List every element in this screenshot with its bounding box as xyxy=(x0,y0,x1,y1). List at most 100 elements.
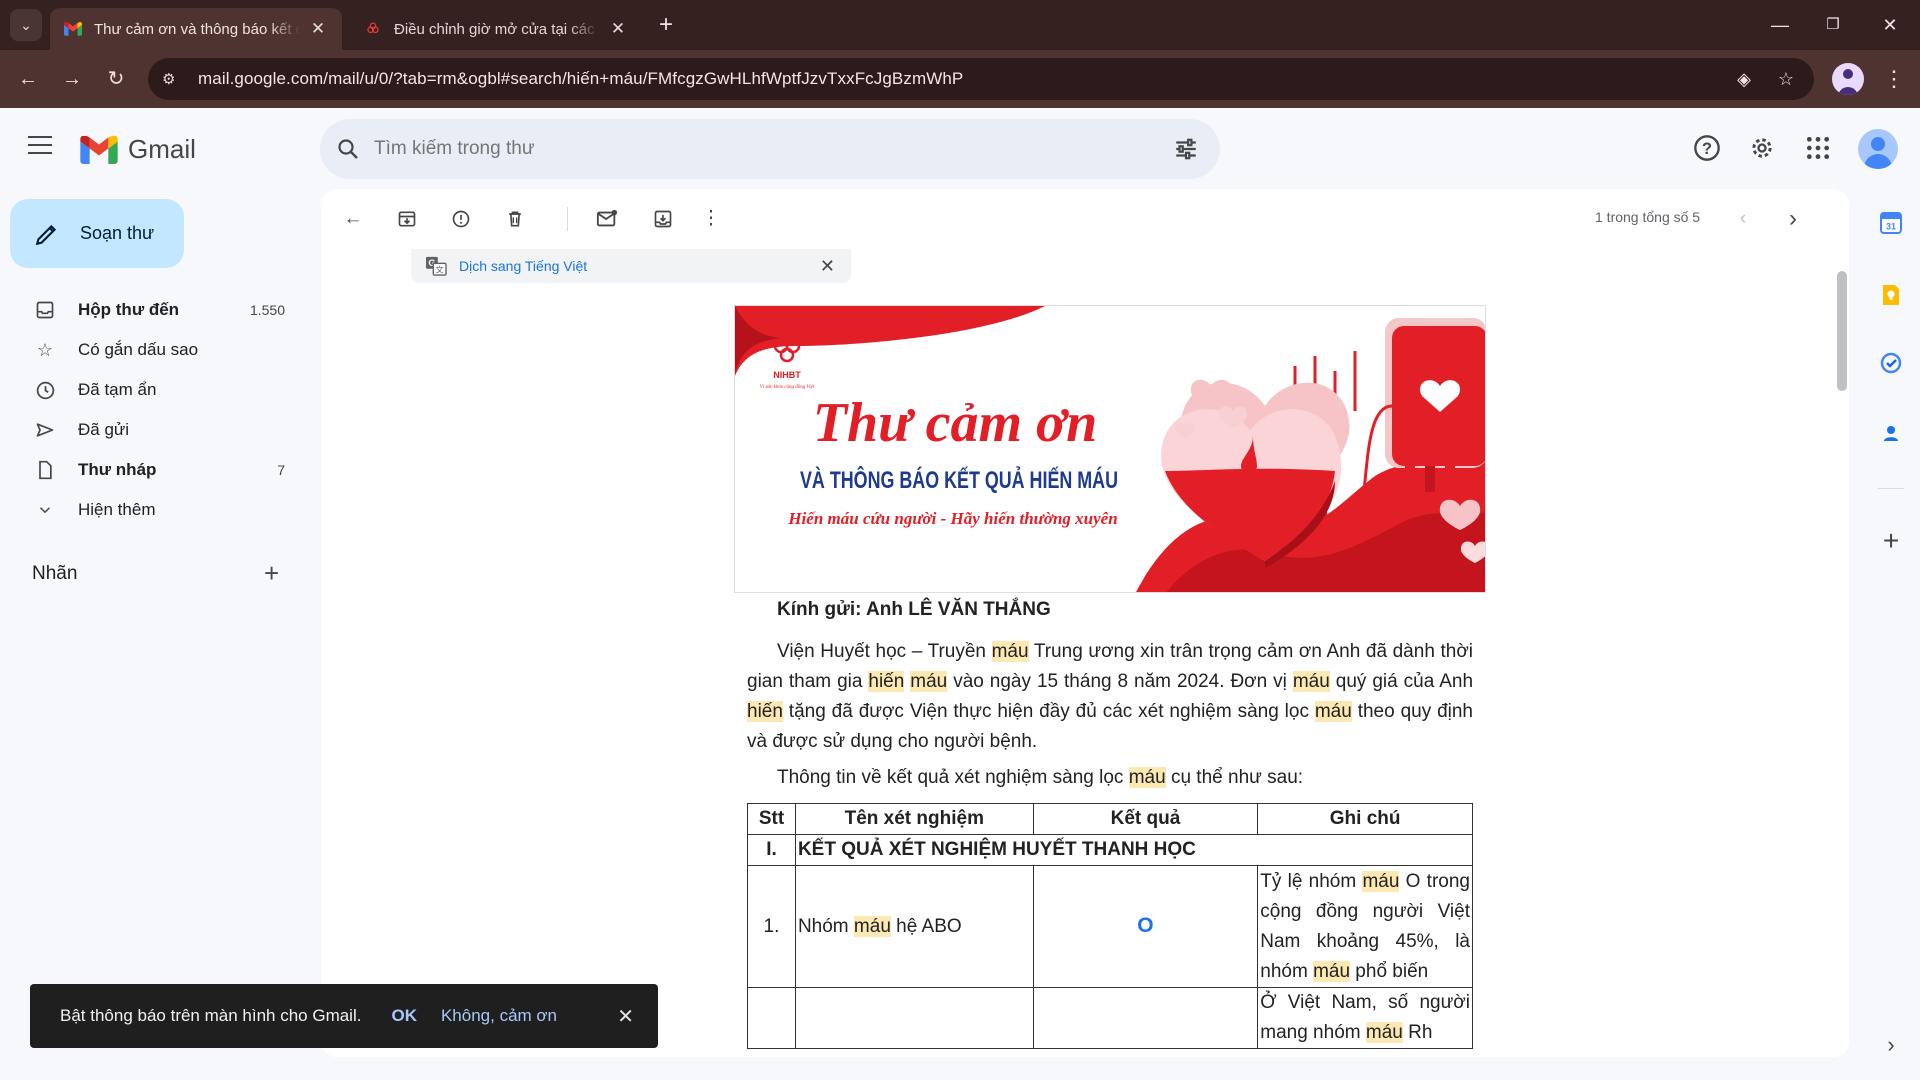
snackbar-close-icon[interactable]: ✕ xyxy=(617,1004,634,1029)
reload-icon[interactable]: ↻ xyxy=(100,63,132,95)
pencil-icon xyxy=(35,224,57,245)
lens-icon[interactable]: ◈ xyxy=(1732,67,1756,91)
back-arrow-icon[interactable]: ← xyxy=(12,63,44,95)
scrollbar-thumb[interactable] xyxy=(1837,271,1847,391)
tab-title: Thư cảm ơn và thông báo kết quả hiến máu xyxy=(94,20,300,38)
text-run: Viện Huyết học – Truyền xyxy=(777,641,992,662)
snackbar-decline-button[interactable]: Không, cảm ơn xyxy=(441,1006,557,1026)
back-to-list-icon[interactable]: ← xyxy=(337,203,369,235)
translate-icon: G文 xyxy=(426,256,447,276)
search-bar[interactable] xyxy=(320,119,1220,179)
close-translate-icon[interactable]: ✕ xyxy=(820,256,835,277)
tab-blood-donation[interactable]: Điều chỉnh giờ mở cửa tại các điểm hiến … xyxy=(350,8,642,50)
browser-profile-icon[interactable] xyxy=(1832,63,1864,95)
search-highlight: hiến xyxy=(747,701,783,722)
expand-panel-chevron-icon[interactable]: › xyxy=(1880,1032,1902,1057)
sidebar-item-inbox[interactable]: Hộp thư đến 1.550 xyxy=(0,290,300,330)
text-run: quý giá của Anh xyxy=(1329,671,1474,692)
search-highlight: máu xyxy=(1313,960,1351,982)
gmail-logo[interactable]: Gmail xyxy=(80,134,196,165)
sidebar-item-snoozed[interactable]: Đã tạm ẩn xyxy=(0,370,300,410)
text-run: cụ thể như sau: xyxy=(1165,767,1304,788)
forward-arrow-icon[interactable]: → xyxy=(56,63,88,95)
calendar-icon[interactable]: 31 xyxy=(1880,212,1902,234)
tasks-icon[interactable] xyxy=(1880,352,1902,374)
text-run: tặng đã được Viện thực hiện đầy đủ các x… xyxy=(782,701,1315,722)
sidebar-item-more[interactable]: Hiện thêm xyxy=(0,490,300,530)
sidebar-item-starred[interactable]: ☆ Có gắn dấu sao xyxy=(0,330,300,370)
search-highlight: máu xyxy=(1314,701,1352,722)
tab-gmail[interactable]: Thư cảm ơn và thông báo kết quả hiến máu… xyxy=(50,8,342,50)
search-highlight: máu xyxy=(1292,671,1330,692)
banner-logo-tagline: Vì sức khỏe cộng đồng Việt xyxy=(760,385,815,390)
row-note: Tỷ lệ nhóm máu O trong cộng đồng người V… xyxy=(1257,865,1473,988)
search-input[interactable] xyxy=(374,138,1172,160)
tab-close-icon[interactable]: ✕ xyxy=(308,19,328,39)
text-run: phổ biến xyxy=(1350,960,1429,982)
search-icon[interactable] xyxy=(336,137,360,161)
svg-text:文: 文 xyxy=(436,264,444,274)
account-avatar[interactable] xyxy=(1858,129,1898,169)
contacts-icon[interactable] xyxy=(1880,422,1902,444)
search-highlight: máu xyxy=(991,641,1029,662)
gmail-header: Gmail ? xyxy=(0,108,1920,188)
blood-drop-favicon-icon xyxy=(367,22,379,34)
search-highlight: máu xyxy=(1128,767,1166,788)
url-text[interactable]: mail.google.com/mail/u/0/?tab=rm&ogbl#se… xyxy=(198,69,963,89)
sidebar-item-label: Đã gửi xyxy=(78,420,130,439)
gmail-m-icon xyxy=(80,135,118,164)
pager-text: 1 trong tổng số 5 xyxy=(1595,209,1701,225)
tab-search-button[interactable]: ⌄ xyxy=(10,9,42,41)
search-highlight: máu xyxy=(1365,1022,1403,1043)
help-icon[interactable]: ? xyxy=(1689,130,1725,166)
minimize-icon[interactable]: — xyxy=(1760,10,1800,40)
new-tab-button[interactable]: + xyxy=(652,12,680,40)
archive-icon[interactable] xyxy=(391,203,423,235)
trash-icon[interactable] xyxy=(499,203,531,235)
mark-unread-icon[interactable] xyxy=(591,203,623,235)
move-to-icon[interactable] xyxy=(647,203,679,235)
omnibox[interactable]: ⚙ mail.google.com/mail/u/0/?tab=rm&ogbl#… xyxy=(148,58,1814,100)
settings-gear-icon[interactable] xyxy=(1744,130,1780,166)
snackbar-ok-button[interactable]: OK xyxy=(391,1006,417,1026)
keep-icon[interactable] xyxy=(1880,284,1902,306)
email-paragraph-2: Thông tin về kết quả xét nghiệm sàng lọc… xyxy=(747,763,1473,793)
clock-icon xyxy=(34,379,56,401)
newer-chevron-icon[interactable]: ‹ xyxy=(1727,203,1759,235)
older-chevron-icon[interactable]: › xyxy=(1777,203,1809,235)
row-stt: 1. xyxy=(747,865,796,988)
table-header: Stt xyxy=(747,803,796,835)
add-label-icon[interactable]: + xyxy=(264,558,279,589)
more-actions-icon[interactable]: ⋮ xyxy=(695,203,727,235)
window-close-icon[interactable]: ✕ xyxy=(1870,10,1910,40)
email-body: Kính gửi: Anh LÊ VĂN THẮNG Viện Huyết họ… xyxy=(747,589,1473,1049)
message-view: ← ⋮ 1 trong tổng số 5 ‹ › G文 Dịch sang T… xyxy=(321,189,1849,1057)
tab-close-icon[interactable]: ✕ xyxy=(608,19,628,39)
compose-button[interactable]: Soạn thư xyxy=(10,199,184,268)
sidebar-item-drafts[interactable]: Thư nháp 7 xyxy=(0,450,300,490)
table-header: Ghi chú xyxy=(1257,803,1473,835)
sidebar-item-label: Thư nháp xyxy=(78,460,157,479)
side-panel: 31 + › xyxy=(1860,190,1920,1080)
banner-graphic: NIHBT Vì sức khỏe cộng đồng Việt Thư cảm… xyxy=(735,306,1485,592)
apps-grid-icon[interactable] xyxy=(1800,130,1836,166)
search-options-icon[interactable] xyxy=(1172,136,1200,162)
translate-link[interactable]: Dịch sang Tiếng Việt xyxy=(459,258,587,274)
browser-menu-icon[interactable]: ⋮ xyxy=(1880,63,1908,95)
banner-title-main: VÀ THÔNG BÁO KẾT QUẢ HIẾN MÁU xyxy=(800,465,1118,494)
bookmark-star-icon[interactable]: ☆ xyxy=(1774,67,1798,91)
draft-icon xyxy=(34,459,56,481)
sidebar-item-sent[interactable]: Đã gửi xyxy=(0,410,300,450)
restore-icon[interactable]: ❐ xyxy=(1813,10,1853,40)
inbox-count: 1.550 xyxy=(249,302,285,318)
add-addon-icon[interactable]: + xyxy=(1880,527,1902,555)
site-info-icon[interactable]: ⚙ xyxy=(162,70,184,88)
report-spam-icon[interactable] xyxy=(445,203,477,235)
row-result xyxy=(1032,987,1259,1049)
main-menu-icon[interactable] xyxy=(28,136,52,154)
row-result: O xyxy=(1032,865,1259,988)
banner-slogan: Hiến máu cứu người - Hãy hiến thường xuy… xyxy=(787,509,1117,528)
notification-snackbar: Bật thông báo trên màn hình cho Gmail. O… xyxy=(30,984,658,1048)
row-stt xyxy=(747,987,796,1049)
labels-heading: Nhãn xyxy=(32,563,78,584)
